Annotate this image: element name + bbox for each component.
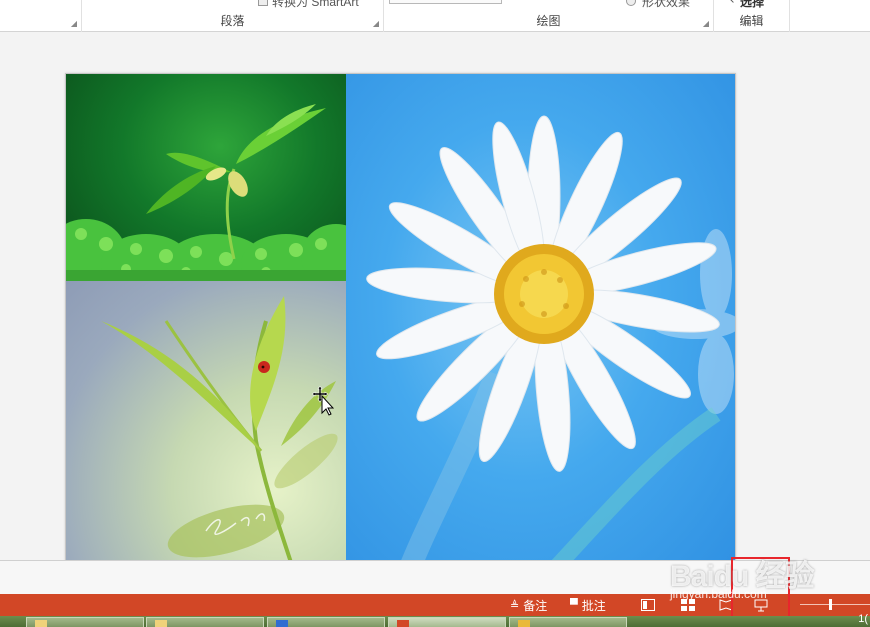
ribbon-group-font: ◢	[0, 0, 82, 32]
select-button[interactable]: 选择	[740, 0, 764, 10]
slide-sorter-icon	[681, 599, 695, 611]
comments-label: 批注	[581, 598, 606, 613]
slide-canvas[interactable]	[65, 73, 736, 577]
ribbon-group-drawing: 形状效果 绘图 ◢	[384, 0, 714, 32]
slide-workspace[interactable]	[0, 32, 870, 577]
notes-icon: ≜	[510, 599, 520, 612]
annotation-highlight	[731, 557, 790, 625]
normal-view-button[interactable]	[640, 597, 656, 613]
move-cursor-icon	[312, 386, 334, 416]
seedling-image	[66, 104, 346, 281]
dialog-launcher-icon[interactable]: ◢	[373, 20, 379, 28]
picture-seedling[interactable]	[66, 74, 346, 281]
notes-button[interactable]: ≜ 备注	[510, 594, 547, 616]
taskbar-item-powerpoint[interactable]	[388, 617, 506, 627]
folder-icon	[35, 620, 47, 627]
zoom-slider-thumb[interactable]	[829, 599, 832, 610]
powerpoint-icon	[397, 620, 409, 627]
convert-smartart-button[interactable]: 转换为 SmartArt	[272, 0, 359, 10]
leaf-image	[101, 296, 338, 576]
select-icon[interactable]: ↖	[726, 0, 735, 6]
zoom-slider-track[interactable]	[800, 604, 870, 605]
folder-icon	[155, 620, 167, 627]
zoom-percent-text: 1(	[858, 613, 868, 625]
taskbar-item-app-1[interactable]	[267, 617, 385, 627]
dialog-launcher-icon[interactable]: ◢	[703, 20, 709, 28]
normal-view-icon	[641, 599, 655, 611]
group-label-drawing: 绘图	[536, 14, 561, 28]
group-label-paragraph: 段落	[220, 14, 245, 28]
notes-label: 备注	[523, 598, 548, 613]
daisy-image	[366, 115, 735, 576]
comments-button[interactable]: ▀ 批注	[570, 594, 606, 616]
picture-daisy[interactable]	[346, 74, 735, 576]
taskbar-item-folder-2[interactable]	[146, 617, 264, 627]
picture-leaf[interactable]	[66, 281, 346, 576]
shape-effects-icon[interactable]	[626, 0, 636, 6]
taskbar-item-folder-1[interactable]	[26, 617, 144, 627]
comment-icon: ▀	[570, 599, 578, 611]
ribbon-group-editing: ↖ 选择 编辑	[714, 0, 790, 32]
smartart-icon[interactable]	[258, 0, 268, 6]
shapes-gallery[interactable]	[389, 0, 502, 4]
ribbon-group-paragraph: 转换为 SmartArt 段落 ◢	[82, 0, 384, 32]
app-icon	[518, 620, 530, 627]
shape-effects-button[interactable]: 形状效果	[642, 0, 690, 10]
dialog-launcher-icon[interactable]: ◢	[71, 20, 77, 28]
taskbar-item-app-2[interactable]	[509, 617, 627, 627]
app-icon	[276, 620, 288, 627]
slide-sorter-button[interactable]	[680, 597, 696, 613]
ribbon: ◢ 转换为 SmartArt 段落 ◢ 形状效果 绘图 ◢ ↖ 选择 编辑	[0, 0, 870, 32]
group-label-editing: 编辑	[739, 14, 764, 28]
taskbar: 1(	[0, 613, 870, 627]
